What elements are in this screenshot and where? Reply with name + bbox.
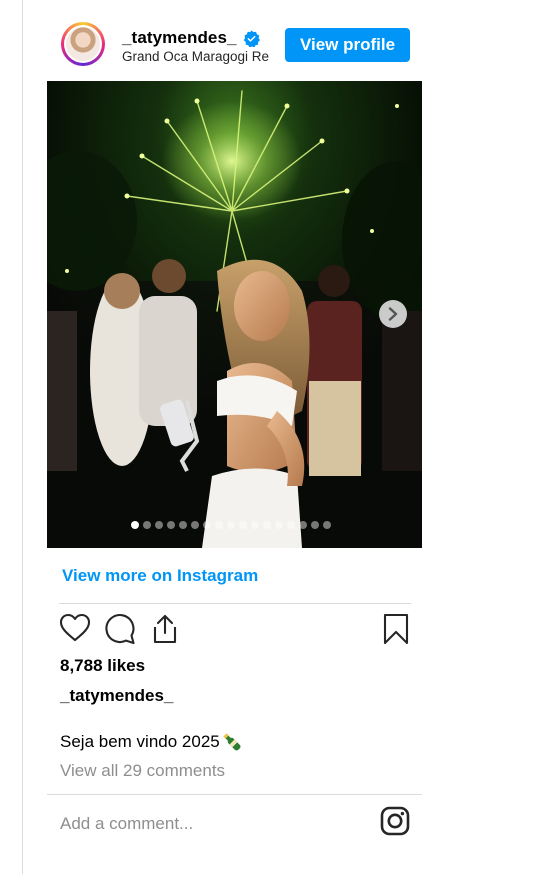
photo-image bbox=[47, 81, 422, 548]
carousel-dot bbox=[203, 521, 211, 529]
carousel-dot bbox=[239, 521, 247, 529]
post-photo[interactable] bbox=[47, 81, 422, 548]
carousel-dot bbox=[179, 521, 187, 529]
add-comment-field[interactable]: Add a comment... bbox=[60, 814, 193, 834]
share-icon[interactable] bbox=[150, 613, 180, 645]
speech-bubble-icon[interactable] bbox=[104, 613, 136, 645]
champagne-bottle-icon bbox=[222, 733, 241, 751]
left-border bbox=[22, 0, 23, 874]
carousel-dot bbox=[311, 521, 319, 529]
carousel-indicator bbox=[131, 521, 331, 529]
carousel-dot bbox=[263, 521, 271, 529]
carousel-dot bbox=[143, 521, 151, 529]
avatar-image bbox=[66, 27, 100, 61]
view-profile-button[interactable]: View profile bbox=[285, 28, 410, 62]
caption-text: Seja bem vindo 2025 bbox=[60, 732, 220, 751]
carousel-dot bbox=[227, 521, 235, 529]
carousel-dot bbox=[131, 521, 139, 529]
likes-count[interactable]: 8,788 likes bbox=[60, 656, 145, 676]
carousel-dot bbox=[287, 521, 295, 529]
location-label[interactable]: Grand Oca Maragogi Resort bbox=[122, 49, 269, 64]
chevron-right-icon bbox=[388, 307, 398, 321]
carousel-dot bbox=[215, 521, 223, 529]
divider bbox=[47, 794, 422, 795]
carousel-dot bbox=[251, 521, 259, 529]
username[interactable]: _tatymendes_ bbox=[122, 28, 237, 48]
instagram-logo-icon[interactable] bbox=[380, 806, 410, 836]
next-slide-button[interactable] bbox=[379, 300, 407, 328]
action-bar bbox=[59, 613, 411, 647]
carousel-dot bbox=[323, 521, 331, 529]
bookmark-icon[interactable] bbox=[383, 613, 409, 645]
carousel-dot bbox=[167, 521, 175, 529]
caption: Seja bem vindo 2025 bbox=[60, 731, 243, 753]
divider bbox=[59, 603, 411, 604]
carousel-dot bbox=[299, 521, 307, 529]
carousel-dot bbox=[155, 521, 163, 529]
view-more-link[interactable]: View more on Instagram bbox=[62, 566, 258, 586]
caption-username[interactable]: _tatymendes_ bbox=[60, 686, 173, 706]
carousel-dot bbox=[191, 521, 199, 529]
heart-icon[interactable] bbox=[59, 613, 91, 643]
carousel-dot bbox=[275, 521, 283, 529]
verified-badge-icon bbox=[243, 29, 260, 47]
post-header: _tatymendes_ Grand Oca Maragogi Resort V… bbox=[61, 22, 411, 68]
view-comments-link[interactable]: View all 29 comments bbox=[60, 761, 225, 781]
avatar[interactable] bbox=[61, 22, 105, 66]
